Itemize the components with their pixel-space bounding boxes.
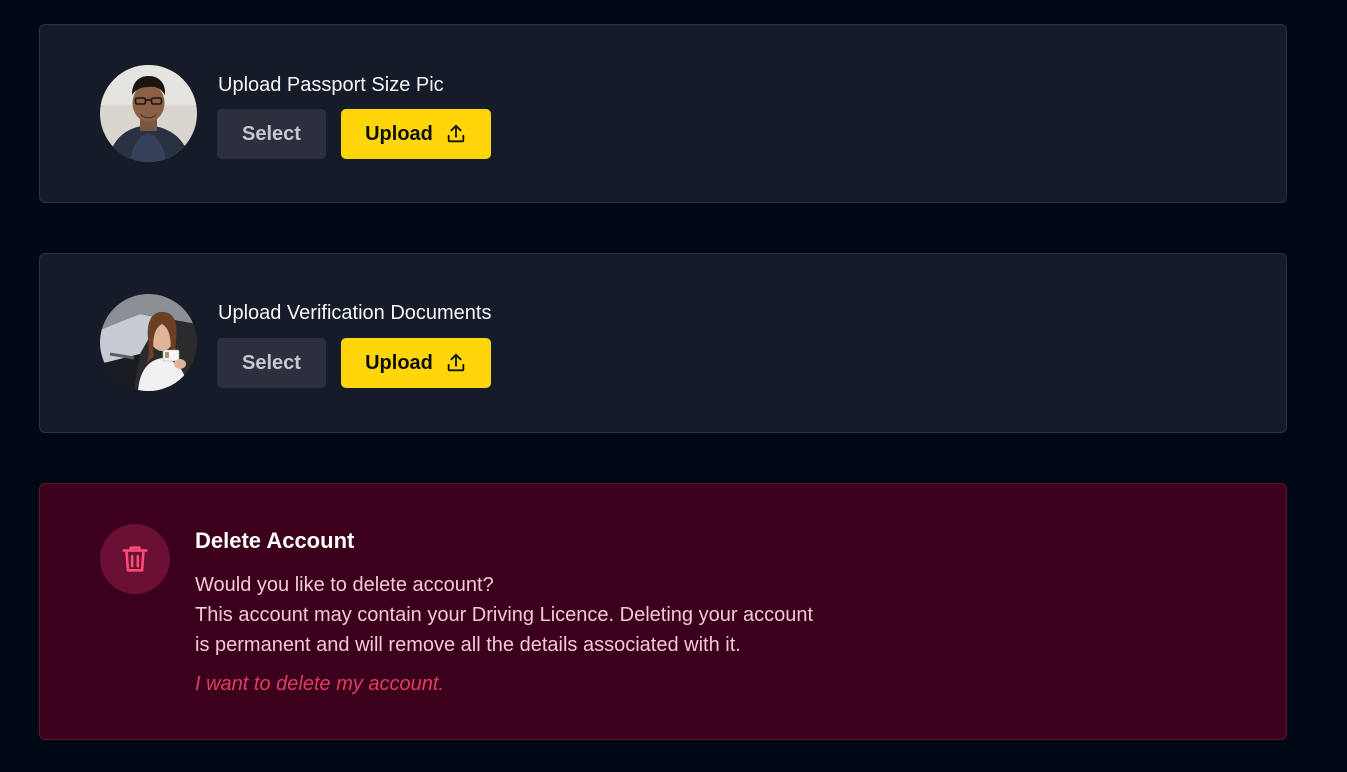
passport-select-button[interactable]: Select: [217, 109, 326, 159]
delete-account-line: This account may contain your Driving Li…: [195, 604, 814, 626]
passport-upload-button[interactable]: Upload: [341, 109, 491, 159]
delete-account-line: Would you like to delete account?: [195, 574, 494, 596]
delete-account-link[interactable]: I want to delete my account.: [195, 671, 444, 697]
delete-account-card: Delete Account Would you like to delete …: [39, 483, 1287, 740]
delete-account-title: Delete Account: [195, 528, 355, 553]
passport-select-label: Select: [242, 122, 301, 145]
documents-select-label: Select: [242, 351, 301, 374]
documents-select-button[interactable]: Select: [217, 338, 326, 388]
passport-upload-card: Upload Passport Size Pic Select Upload: [39, 24, 1287, 203]
delete-account-line: is permanent and will remove all the det…: [195, 634, 741, 656]
driving-licence-photo-image: [100, 294, 197, 391]
upload-icon: [445, 123, 467, 145]
documents-upload-card: Upload Verification Documents Select Upl…: [39, 253, 1287, 433]
passport-upload-title: Upload Passport Size Pic: [218, 74, 444, 96]
passport-photo-image: [100, 65, 197, 162]
verification-document-avatar: [100, 294, 197, 391]
delete-account-description: Would you like to delete account? This a…: [195, 570, 813, 660]
passport-photo-avatar: [100, 65, 197, 162]
documents-upload-title: Upload Verification Documents: [218, 302, 492, 324]
upload-icon: [445, 352, 467, 374]
documents-upload-button[interactable]: Upload: [341, 338, 491, 388]
passport-upload-label: Upload: [365, 122, 433, 145]
trash-icon: [100, 524, 170, 594]
documents-upload-label: Upload: [365, 351, 433, 374]
